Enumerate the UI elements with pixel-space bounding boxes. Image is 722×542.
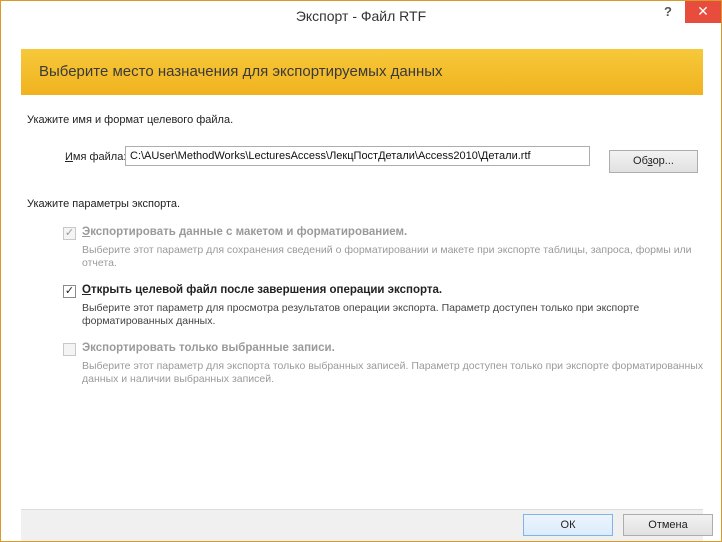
export-with-layout-label: Экспортировать данные с макетом и формат…: [82, 226, 407, 238]
export-with-layout-checkbox[interactable]: ✓: [63, 227, 76, 240]
browse-button[interactable]: Обзор...: [609, 150, 698, 173]
export-with-layout-label-hotkey: Э: [82, 226, 91, 238]
export-selected-only-checkbox[interactable]: [63, 343, 76, 356]
export-with-layout-description: Выберите этот параметр для сохранения св…: [82, 244, 692, 269]
file-section-heading: Укажите имя и формат целевого файла.: [27, 114, 234, 126]
file-name-label-hotkey: И: [65, 151, 73, 163]
banner-heading: Выберите место назначения для экспортиру…: [39, 63, 443, 80]
file-name-label: Имя файла:: [65, 151, 126, 163]
help-button[interactable]: ?: [655, 1, 681, 23]
export-selected-only-description: Выберите этот параметр для экспорта толь…: [82, 360, 704, 385]
open-target-file-checkbox[interactable]: ✓: [63, 285, 76, 298]
options-section-heading: Укажите параметры экспорта.: [27, 198, 181, 210]
browse-label-prefix: Об: [633, 155, 648, 167]
file-name-label-text: мя файла:: [72, 151, 127, 163]
open-target-file-description: Выберите этот параметр для просмотра рез…: [82, 302, 640, 327]
export-selected-only-label-text: Экспортировать только выбранные записи.: [82, 342, 335, 354]
dialog-title: Экспорт - Файл RTF: [295, 8, 427, 24]
open-target-file-label-text: ткрыть целевой файл после завершения опе…: [90, 284, 443, 296]
cancel-button[interactable]: Отмена: [623, 514, 713, 536]
export-rtf-dialog: Экспорт - Файл RTF ? ✕ Выберите место на…: [0, 0, 722, 542]
file-name-input[interactable]: [125, 146, 590, 166]
check-icon: ✓: [64, 227, 75, 239]
export-with-layout-label-text: кспортировать данные с макетом и формати…: [90, 226, 408, 238]
export-selected-only-label: Экспортировать только выбранные записи.: [82, 342, 335, 354]
destination-banner: Выберите место назначения для экспортиру…: [21, 49, 703, 95]
ok-button[interactable]: ОК: [523, 514, 613, 536]
title-bar[interactable]: Экспорт - Файл RTF ? ✕: [1, 1, 721, 31]
close-button[interactable]: ✕: [685, 1, 721, 23]
close-icon: ✕: [697, 3, 709, 19]
browse-label-rest: ор...: [652, 155, 674, 167]
check-icon: ✓: [64, 285, 75, 297]
open-target-file-label-hotkey: О: [82, 284, 91, 296]
open-target-file-label: Открыть целевой файл после завершения оп…: [82, 284, 442, 296]
